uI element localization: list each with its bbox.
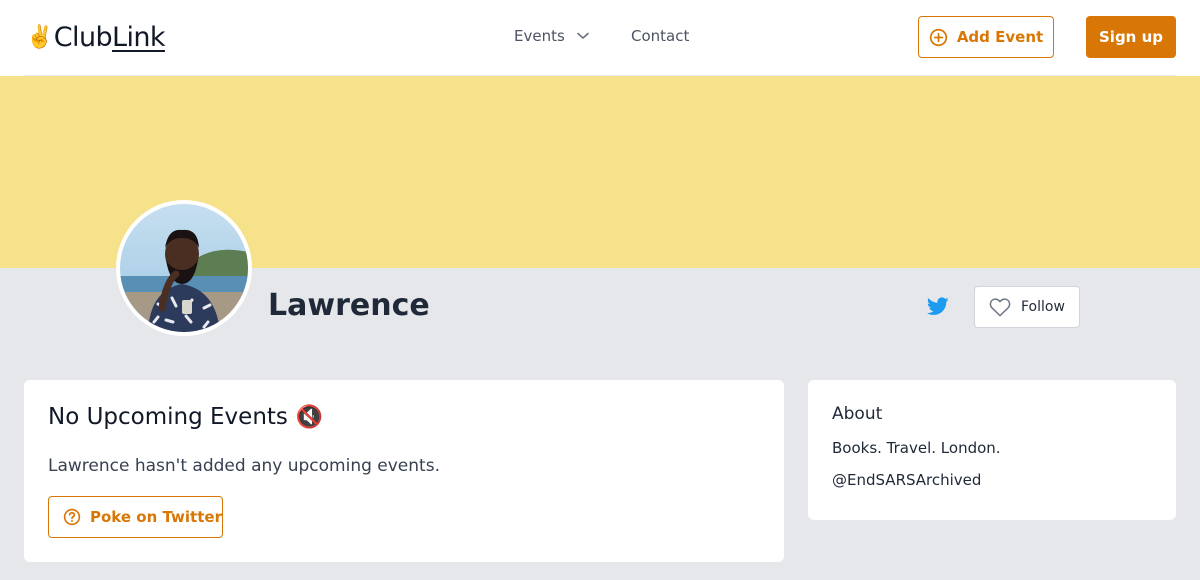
events-title-text: No Upcoming Events xyxy=(48,404,288,430)
question-circle-icon xyxy=(63,508,81,526)
follow-label: Follow xyxy=(1021,299,1065,315)
about-handle: @EndSARSArchived xyxy=(832,471,982,489)
plus-circle-icon xyxy=(929,28,948,47)
peace-hand-icon: ✌️ xyxy=(26,24,53,50)
poke-label: Poke on Twitter xyxy=(90,508,222,526)
nav-events-dropdown[interactable]: Events xyxy=(514,27,589,45)
nav-events-label: Events xyxy=(514,27,565,45)
chevron-down-icon xyxy=(576,32,589,40)
add-event-button[interactable]: Add Event xyxy=(918,16,1054,58)
about-card: About Books. Travel. London. @EndSARSArc… xyxy=(808,380,1176,520)
follow-button[interactable]: Follow xyxy=(974,286,1080,328)
about-bio: Books. Travel. London. xyxy=(832,439,1001,457)
site-header: ✌️ Club Link Events Contact Add Event Si… xyxy=(0,0,1200,76)
no-events-message: Lawrence hasn't added any upcoming event… xyxy=(48,456,440,476)
twitter-icon[interactable] xyxy=(926,297,949,320)
logo-text-club: Club xyxy=(53,22,113,53)
heart-icon xyxy=(989,297,1011,317)
logo-text-link: Link xyxy=(112,22,166,53)
about-heading: About xyxy=(832,404,883,424)
add-event-label: Add Event xyxy=(956,28,1044,46)
sign-up-button[interactable]: Sign up xyxy=(1086,16,1176,58)
nav-contact-link[interactable]: Contact xyxy=(631,27,689,45)
poke-on-twitter-button[interactable]: Poke on Twitter xyxy=(48,496,223,538)
clublink-logo[interactable]: ✌️ Club Link xyxy=(26,22,166,53)
avatar xyxy=(116,200,252,336)
muted-speaker-icon: 🔇 xyxy=(295,404,324,430)
profile-name: Lawrence xyxy=(268,288,430,323)
upcoming-events-card: No Upcoming Events 🔇 Lawrence hasn't add… xyxy=(24,380,784,562)
events-heading: No Upcoming Events 🔇 xyxy=(48,404,323,430)
avatar-photo xyxy=(120,204,248,332)
